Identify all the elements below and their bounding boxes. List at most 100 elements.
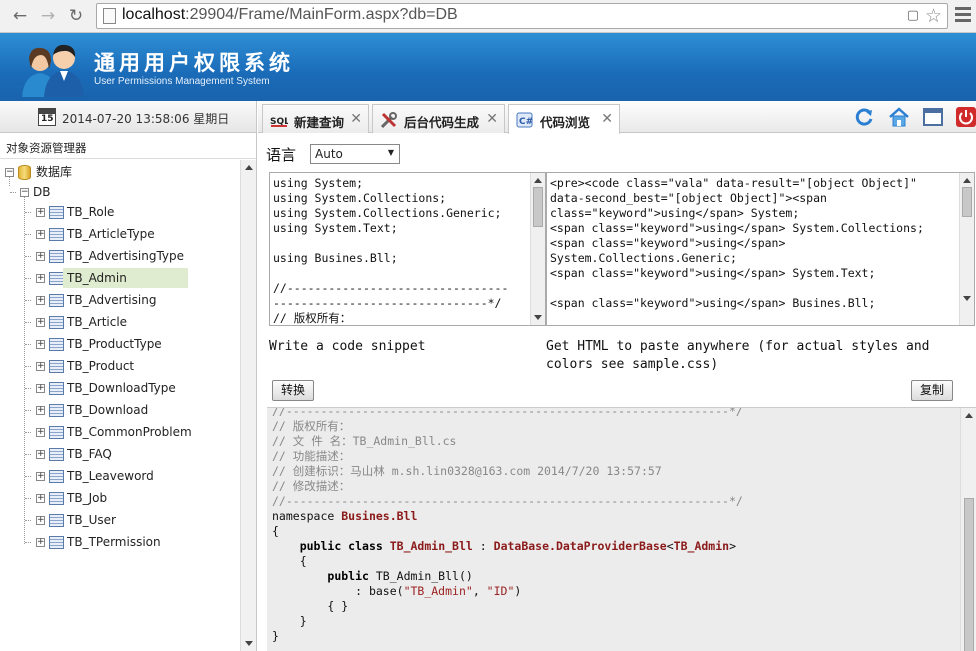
tree-node-table[interactable]: + TB_Admin [0,268,240,288]
scroll-up-icon[interactable] [963,178,971,183]
expand-icon[interactable]: + [36,428,45,437]
forward-arrow-icon[interactable]: → [38,6,58,26]
back-arrow-icon[interactable]: ← [10,6,30,26]
copy-button[interactable]: 复制 [911,380,954,401]
expand-icon[interactable]: + [36,318,45,327]
close-icon[interactable]: ✕ [486,111,498,127]
tools-icon [380,112,397,129]
table-icon [49,470,64,483]
expand-icon[interactable]: + [36,472,45,481]
tab-new-query[interactable]: SQL 新建查询 ✕ [262,104,369,133]
tree-node-table[interactable]: + TB_User [0,510,240,530]
table-icon [49,206,64,219]
tree-node-table[interactable]: + TB_ArticleType [0,224,240,244]
scroll-down-icon[interactable] [534,315,542,320]
app-header: 通用用户权限系统 User Permissions Management Sys… [0,33,976,101]
address-bar[interactable]: localhost:29904/Frame/MainForm.aspx?db=D… [96,3,948,29]
scroll-down-icon[interactable] [963,296,971,301]
close-icon[interactable]: ✕ [601,111,613,127]
caption-get-html: Get HTML to paste anywhere (for actual s… [546,339,930,372]
expand-icon[interactable]: + [36,538,45,547]
svg-text:C#: C# [519,117,533,127]
tree-node-table[interactable]: + TB_Leaveword [0,466,240,486]
table-icon [49,360,64,373]
tab-code-browse[interactable]: C# 代码浏览 ✕ [508,104,620,134]
table-icon [49,448,64,461]
code-browse-page: 语言 Auto using System; using System.Colle… [258,134,976,651]
html-scrollbar[interactable] [959,173,974,325]
input-scrollbar[interactable] [530,173,545,325]
tree-node-db[interactable]: − DB [0,182,240,202]
tree-node-label: DB [33,185,51,199]
tree-node-label: TB_TPermission [67,535,161,549]
tree-node-table[interactable]: + TB_Advertising [0,290,240,310]
table-icon [49,272,64,285]
app-subtitle: User Permissions Management System [94,76,270,87]
language-select[interactable]: Auto [310,144,400,164]
scroll-up-icon[interactable] [534,178,542,183]
tree-node-label: TB_CommonProblem [67,425,192,439]
tree-node-table[interactable]: + TB_Job [0,488,240,508]
table-icon [49,514,64,527]
tree-node-table[interactable]: + TB_Product [0,356,240,376]
expand-icon[interactable]: + [36,494,45,503]
table-icon [49,536,64,549]
tree-node-label: TB_Article [67,315,128,329]
window-icon[interactable] [922,106,944,128]
page-icon [103,8,116,24]
expand-icon[interactable]: + [36,450,45,459]
scroll-down-icon[interactable] [245,641,253,646]
tree-node-database-root[interactable]: − 数据库 [0,162,240,182]
comment-line: // 版权所有： [272,419,351,433]
code-line: } [299,614,307,628]
table-icon [49,228,64,241]
expand-icon[interactable]: + [36,340,45,349]
tab-code-generation[interactable]: 后台代码生成 ✕ [372,104,505,133]
table-icon [49,426,64,439]
table-icon [49,316,64,329]
tree-node-label: TB_Advertising [67,293,157,307]
tree-node-label: TB_ArticleType [67,227,155,241]
tree-node-table[interactable]: + TB_Article [0,312,240,332]
collapse-icon[interactable]: − [20,188,29,197]
convert-button[interactable]: 转换 [272,380,315,401]
expand-icon[interactable]: + [36,252,45,261]
tree-node-table[interactable]: + TB_ProductType [0,334,240,354]
scroll-up-icon[interactable] [245,165,253,170]
expand-icon[interactable]: + [36,362,45,371]
tree-node-table[interactable]: + TB_FAQ [0,444,240,464]
tree-node-table[interactable]: + TB_CommonProblem [0,422,240,442]
translate-icon[interactable]: ▢ [907,8,919,23]
tree-node-label: TB_User [67,513,116,527]
tree-node-table[interactable]: + TB_AdvertisingType [0,246,240,266]
expand-icon[interactable]: + [36,208,45,217]
current-datetime: 2014-07-20 13:58:06 星期日 [62,112,230,126]
expand-icon[interactable]: + [36,406,45,415]
expand-icon[interactable]: + [36,516,45,525]
home-icon[interactable] [888,106,910,128]
code-line: public class TB_Admin_Bll : DataBase.Dat… [299,539,736,553]
power-icon[interactable] [955,106,976,128]
tree-scrollbar[interactable] [240,160,256,651]
reload-icon[interactable]: ↻ [66,6,86,26]
bookmark-star-icon[interactable]: ☆ [925,5,942,27]
expand-icon[interactable]: + [36,384,45,393]
tree-node-table[interactable]: + TB_Role [0,202,240,222]
code-line: { [272,524,279,538]
close-icon[interactable]: ✕ [350,111,362,127]
expand-icon[interactable]: + [36,230,45,239]
tree-node-table[interactable]: + TB_Download [0,400,240,420]
url-text[interactable]: localhost:29904/Frame/MainForm.aspx?db=D… [122,6,458,24]
refresh-icon[interactable] [853,106,875,128]
code-input[interactable]: using System; using System.Collections; … [269,172,546,326]
menu-icon[interactable] [955,7,971,25]
collapse-icon[interactable]: − [5,168,14,177]
scroll-up-icon[interactable] [965,413,973,418]
tree-node-table[interactable]: + TB_DownloadType [0,378,240,398]
output-scrollbar[interactable] [960,408,976,651]
expand-icon[interactable]: + [36,274,45,283]
tree-node-table[interactable]: + TB_TPermission [0,532,240,552]
expand-icon[interactable]: + [36,296,45,305]
html-output[interactable]: <pre><code class="vala" data-result="[ob… [546,172,975,326]
app-title: 通用用户权限系统 [94,51,294,75]
